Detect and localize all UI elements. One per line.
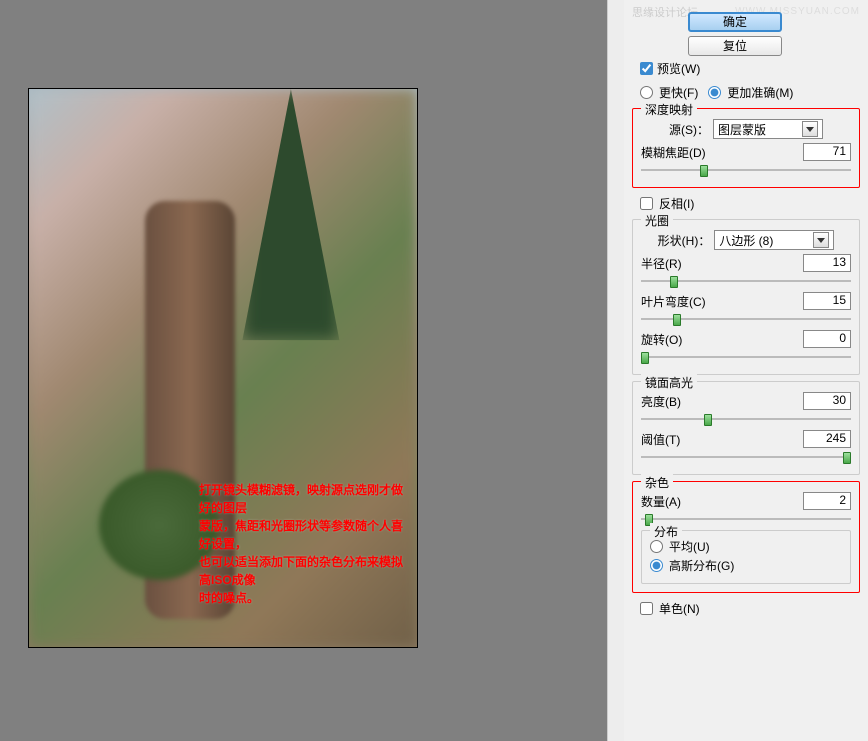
accurate-option[interactable]: 更加准确(M) xyxy=(708,83,793,102)
slider-track xyxy=(641,169,851,171)
distribution-title: 分布 xyxy=(650,523,682,540)
slider-thumb[interactable] xyxy=(700,165,708,177)
depth-map-title: 深度映射 xyxy=(641,101,697,118)
radius-input[interactable]: 13 xyxy=(803,254,851,272)
rotation-row: 旋转(O) 0 xyxy=(641,330,851,348)
gaussian-label: 高斯分布(G) xyxy=(669,557,734,574)
preview-label: 预览(W) xyxy=(657,60,700,77)
ok-button[interactable]: 确定 xyxy=(688,12,782,32)
slider-thumb[interactable] xyxy=(641,352,649,364)
focal-row: 模糊焦距(D) 71 xyxy=(641,143,851,161)
focal-input[interactable]: 71 xyxy=(803,143,851,161)
annotation-line: 蒙版，焦距和光圈形状等参数随个人喜好设置， xyxy=(199,517,407,553)
invert-checkbox[interactable] xyxy=(640,197,653,210)
shape-value: 八边形 (8) xyxy=(719,232,773,249)
iris-group: 光圈 形状(H)： 八边形 (8) 半径(R) 13 叶片弯度(C) 15 旋转… xyxy=(632,219,860,375)
accurate-label: 更加准确(M) xyxy=(727,84,793,101)
slider-thumb[interactable] xyxy=(673,314,681,326)
focal-label: 模糊焦距(D) xyxy=(641,144,706,161)
threshold-label: 阈值(T) xyxy=(641,431,680,448)
invert-row: 反相(I) xyxy=(640,194,860,213)
rotation-label: 旋转(O) xyxy=(641,331,682,348)
radius-label: 半径(R) xyxy=(641,255,682,272)
shape-label: 形状(H)： xyxy=(658,232,711,249)
preview-area: 打开镜头模糊滤镜，映射源点选刚才做好的图层 蒙版，焦距和光圈形状等参数随个人喜好… xyxy=(0,0,624,741)
top-meta: 思缘设计论坛 WWW.MISSYUAN.COM 确定 复位 xyxy=(632,4,860,54)
source-value: 图层蒙版 xyxy=(718,121,766,138)
curvature-slider[interactable] xyxy=(641,312,851,326)
source-select[interactable]: 图层蒙版 xyxy=(713,119,823,139)
threshold-slider[interactable] xyxy=(641,450,851,464)
annotation-line: 时的噪点。 xyxy=(199,589,407,607)
curvature-label: 叶片弯度(C) xyxy=(641,293,706,310)
gaussian-radio[interactable] xyxy=(650,559,663,572)
source-row: 源(S)： 图层蒙版 xyxy=(641,119,851,139)
specular-group: 镜面高光 亮度(B) 30 阈值(T) 245 xyxy=(632,381,860,475)
curvature-row: 叶片弯度(C) 15 xyxy=(641,292,851,310)
annotation-text: 打开镜头模糊滤镜，映射源点选刚才做好的图层 蒙版，焦距和光圈形状等参数随个人喜好… xyxy=(199,481,407,607)
source-label: 源(S)： xyxy=(669,121,709,138)
noise-amount-label: 数量(A) xyxy=(641,493,681,510)
mono-row: 单色(N) xyxy=(640,599,860,618)
invert-label: 反相(I) xyxy=(659,195,694,212)
slider-thumb[interactable] xyxy=(843,452,851,464)
radius-row: 半径(R) 13 xyxy=(641,254,851,272)
slider-thumb[interactable] xyxy=(670,276,678,288)
brightness-label: 亮度(B) xyxy=(641,393,681,410)
slider-thumb[interactable] xyxy=(704,414,712,426)
chevron-down-icon xyxy=(802,121,818,137)
noise-title: 杂色 xyxy=(641,474,673,491)
brightness-row: 亮度(B) 30 xyxy=(641,392,851,410)
mono-checkbox[interactable] xyxy=(640,602,653,615)
rotation-input[interactable]: 0 xyxy=(803,330,851,348)
depth-map-group: 深度映射 源(S)： 图层蒙版 模糊焦距(D) 71 xyxy=(632,108,860,188)
threshold-input[interactable]: 245 xyxy=(803,430,851,448)
preview-checkbox-row: 预览(W) xyxy=(640,60,860,77)
brightness-slider[interactable] xyxy=(641,412,851,426)
reset-button[interactable]: 复位 xyxy=(688,36,782,56)
distribution-group: 分布 平均(U) 高斯分布(G) xyxy=(641,530,851,584)
iris-title: 光圈 xyxy=(641,212,673,229)
brightness-input[interactable]: 30 xyxy=(803,392,851,410)
annotation-line: 打开镜头模糊滤镜，映射源点选刚才做好的图层 xyxy=(199,481,407,517)
mono-label: 单色(N) xyxy=(659,600,700,617)
gaussian-option[interactable]: 高斯分布(G) xyxy=(650,556,842,575)
specular-title: 镜面高光 xyxy=(641,374,697,391)
quality-row: 更快(F) 更加准确(M) xyxy=(640,83,860,102)
focal-slider[interactable] xyxy=(641,163,851,177)
shape-row: 形状(H)： 八边形 (8) xyxy=(641,230,851,250)
faster-label: 更快(F) xyxy=(659,84,698,101)
noise-amount-input[interactable]: 2 xyxy=(803,492,851,510)
chevron-down-icon xyxy=(813,232,829,248)
faster-option[interactable]: 更快(F) xyxy=(640,83,698,102)
noise-amount-row: 数量(A) 2 xyxy=(641,492,851,510)
shape-select[interactable]: 八边形 (8) xyxy=(714,230,834,250)
uniform-label: 平均(U) xyxy=(669,538,710,555)
threshold-row: 阈值(T) 245 xyxy=(641,430,851,448)
accurate-radio[interactable] xyxy=(708,86,721,99)
radius-slider[interactable] xyxy=(641,274,851,288)
vertical-scrollbar[interactable] xyxy=(607,0,624,741)
uniform-radio[interactable] xyxy=(650,540,663,553)
curvature-input[interactable]: 15 xyxy=(803,292,851,310)
noise-group: 杂色 数量(A) 2 分布 平均(U) 高斯分布(G) xyxy=(632,481,860,593)
rotation-slider[interactable] xyxy=(641,350,851,364)
faster-radio[interactable] xyxy=(640,86,653,99)
preview-checkbox[interactable] xyxy=(640,62,653,75)
preview-image: 打开镜头模糊滤镜，映射源点选刚才做好的图层 蒙版，焦距和光圈形状等参数随个人喜好… xyxy=(28,88,418,648)
annotation-line: 也可以适当添加下面的杂色分布来模拟高ISO成像 xyxy=(199,553,407,589)
settings-panel: 思缘设计论坛 WWW.MISSYUAN.COM 确定 复位 预览(W) 更快(F… xyxy=(624,0,868,741)
